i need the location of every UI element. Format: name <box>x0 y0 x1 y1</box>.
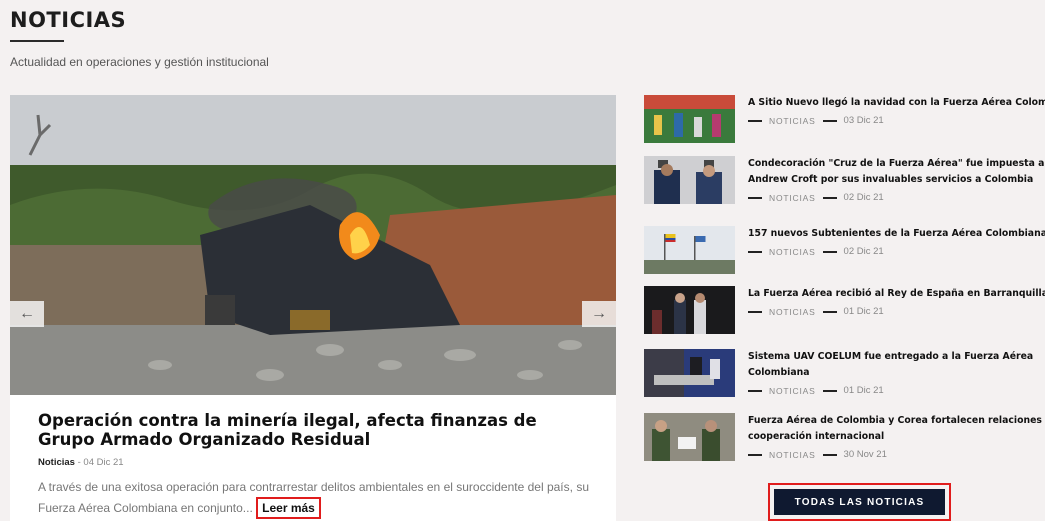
news-category[interactable]: NOTICIAS <box>769 116 816 126</box>
thumb-king-visit-photo <box>644 286 735 334</box>
news-thumbnail[interactable] <box>644 349 735 397</box>
featured-image[interactable] <box>10 95 616 395</box>
news-title[interactable]: La Fuerza Aérea recibió al Rey de España… <box>748 286 1045 302</box>
thumb-korea-cooperation-photo <box>644 413 735 461</box>
news-thumbnail[interactable] <box>644 413 735 461</box>
news-date: 01 Dic 21 <box>843 306 884 317</box>
featured-title[interactable]: Operación contra la minería ilegal, afec… <box>38 411 598 449</box>
news-item[interactable]: Sistema UAV COELUM fue entregado a la Fu… <box>644 349 1045 401</box>
section-header: NOTICIAS <box>10 8 126 42</box>
news-date: 03 Dic 21 <box>843 115 884 126</box>
news-category[interactable]: NOTICIAS <box>769 307 816 317</box>
featured-body: Operación contra la minería ilegal, afec… <box>38 411 598 519</box>
title-underline <box>10 40 64 42</box>
news-date: 30 Nov 21 <box>843 449 887 460</box>
news-item[interactable]: Fuerza Aérea de Colombia y Corea fortale… <box>644 413 1045 465</box>
news-date: 02 Dic 21 <box>843 246 884 257</box>
news-meta: NOTICIAS 02 Dic 21 <box>748 192 1045 203</box>
arrow-left-icon: ← <box>19 305 35 322</box>
prev-slide-button[interactable]: ← <box>10 301 44 327</box>
news-item[interactable]: La Fuerza Aérea recibió al Rey de España… <box>644 286 1045 338</box>
thumb-graduation-photo <box>644 226 735 274</box>
news-title[interactable]: Fuerza Aérea de Colombia y Corea fortale… <box>748 413 1045 445</box>
news-title[interactable]: A Sitio Nuevo llegó la navidad con la Fu… <box>748 95 1045 111</box>
news-meta: NOTICIAS 01 Dic 21 <box>748 385 1045 396</box>
featured-excerpt: A través de una exitosa operación para c… <box>38 478 598 519</box>
news-thumbnail[interactable] <box>644 95 735 143</box>
thumb-uav-photo <box>644 349 735 397</box>
read-more-link[interactable]: Leer más <box>256 497 321 519</box>
featured-article: ← → Operación contra la minería ilegal, … <box>10 95 616 521</box>
news-item[interactable]: A Sitio Nuevo llegó la navidad con la Fu… <box>644 95 1045 147</box>
news-thumbnail[interactable] <box>644 156 735 204</box>
section-title: NOTICIAS <box>10 8 127 32</box>
featured-meta: Noticias - 04 Dic 21 <box>38 457 598 468</box>
news-title[interactable]: Condecoración "Cruz de la Fuerza Aérea" … <box>748 156 1045 188</box>
news-category[interactable]: NOTICIAS <box>769 247 816 257</box>
news-date: 01 Dic 21 <box>843 385 884 396</box>
all-news-highlight: TODAS LAS NOTICIAS <box>768 483 951 521</box>
news-meta: NOTICIAS 01 Dic 21 <box>748 306 1045 317</box>
news-date: 02 Dic 21 <box>843 192 884 203</box>
featured-photo-mining-fire <box>10 95 616 395</box>
news-meta: NOTICIAS 02 Dic 21 <box>748 246 1045 257</box>
news-title[interactable]: 157 nuevos Subtenientes de la Fuerza Aér… <box>748 226 1045 242</box>
news-thumbnail[interactable] <box>644 286 735 334</box>
news-title[interactable]: Sistema UAV COELUM fue entregado a la Fu… <box>748 349 1045 381</box>
news-category[interactable]: NOTICIAS <box>769 450 816 460</box>
news-item[interactable]: Condecoración "Cruz de la Fuerza Aérea" … <box>644 156 1045 208</box>
news-item[interactable]: 157 nuevos Subtenientes de la Fuerza Aér… <box>644 226 1045 278</box>
featured-date: 04 Dic 21 <box>83 457 124 468</box>
news-category[interactable]: NOTICIAS <box>769 193 816 203</box>
news-category[interactable]: NOTICIAS <box>769 386 816 396</box>
all-news-button[interactable]: TODAS LAS NOTICIAS <box>774 489 945 515</box>
news-meta: NOTICIAS 03 Dic 21 <box>748 115 1045 126</box>
arrow-right-icon: → <box>591 305 607 322</box>
thumb-decoration-photo <box>644 156 735 204</box>
section-subtitle: Actualidad en operaciones y gestión inst… <box>10 55 269 69</box>
thumb-christmas-photo <box>644 95 735 143</box>
news-meta: NOTICIAS 30 Nov 21 <box>748 449 1045 460</box>
next-slide-button[interactable]: → <box>582 301 616 327</box>
featured-category[interactable]: Noticias <box>38 457 75 468</box>
news-thumbnail[interactable] <box>644 226 735 274</box>
